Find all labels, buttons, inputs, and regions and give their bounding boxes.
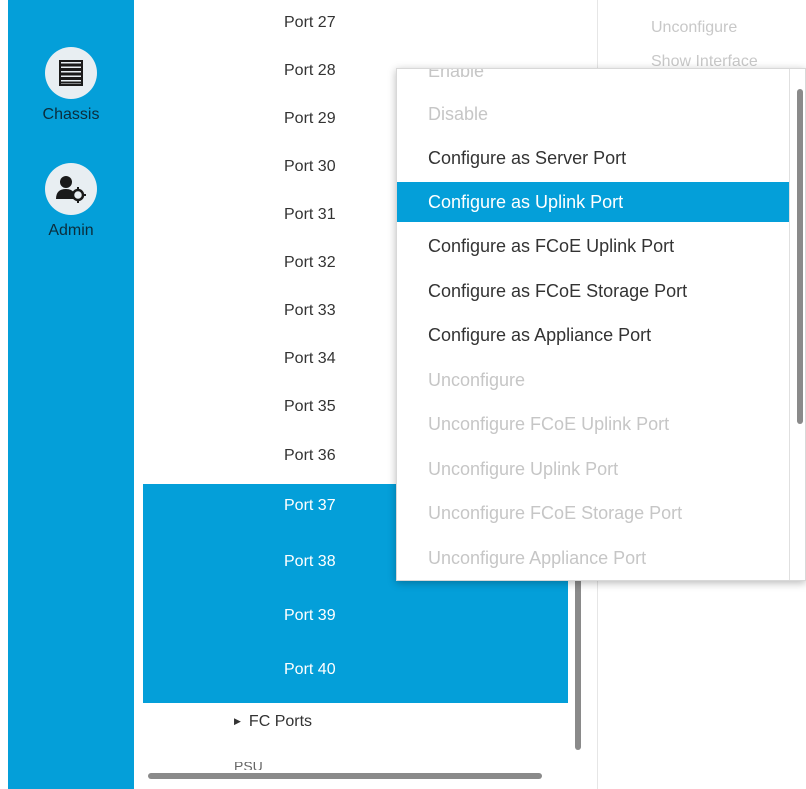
port-label: Port 29	[284, 110, 336, 127]
nav-item-chassis[interactable]: Chassis	[8, 47, 134, 124]
port-label: Port 31	[284, 206, 336, 223]
nav-item-admin[interactable]: Admin	[8, 163, 134, 240]
nav-label-admin: Admin	[48, 222, 94, 239]
menu-item-unconfigure-fcoe-uplink-port[interactable]: Unconfigure FCoE Uplink Port	[397, 404, 790, 444]
port-label: Port 34	[284, 350, 336, 367]
menu-scroll-track	[789, 69, 790, 580]
nav-label-chassis: Chassis	[42, 106, 100, 123]
menu-item-unconfigure-appliance-port[interactable]: Unconfigure Appliance Port	[397, 538, 790, 578]
tree-item-port-selected[interactable]: Port 39	[143, 594, 568, 648]
port-label: Port 39	[284, 607, 336, 624]
port-label: Port 35	[284, 398, 336, 415]
menu-item-configure-fcoe-uplink-port[interactable]: Configure as FCoE Uplink Port	[397, 226, 790, 266]
port-label: Port 33	[284, 302, 336, 319]
menu-item-unconfigure[interactable]: Unconfigure	[397, 360, 790, 400]
context-menu: Enable Disable Configure as Server Port …	[396, 68, 806, 581]
chassis-icon	[45, 47, 97, 99]
unconfigure-action[interactable]: Unconfigure	[651, 19, 737, 37]
menu-scrollbar[interactable]	[797, 89, 803, 424]
tree-item-psu[interactable]: PSU	[234, 762, 263, 770]
port-label: Port 36	[284, 447, 336, 464]
menu-item-configure-appliance-port[interactable]: Configure as Appliance Port	[397, 315, 790, 355]
port-label: Port 40	[284, 661, 336, 678]
menu-item-enable[interactable]: Enable	[397, 69, 790, 91]
port-label: Port 37	[284, 497, 336, 514]
fc-ports-label: FC Ports	[248, 713, 313, 730]
left-nav: Chassis Admin	[8, 0, 134, 789]
expand-triangle-icon[interactable]: ▶	[234, 716, 241, 727]
port-label: Port 32	[284, 254, 336, 271]
menu-item-unconfigure-uplink-port[interactable]: Unconfigure Uplink Port	[397, 449, 790, 489]
menu-item-disable[interactable]: Disable	[397, 94, 790, 134]
menu-item-configure-fcoe-storage-port[interactable]: Configure as FCoE Storage Port	[397, 271, 790, 311]
port-label: Port 28	[284, 62, 336, 79]
tree-item-port-selected[interactable]: Port 40	[143, 648, 568, 703]
port-label: Port 27	[284, 14, 336, 31]
port-label: Port 38	[284, 553, 336, 570]
menu-item-configure-server-port[interactable]: Configure as Server Port	[397, 138, 790, 178]
tree-item-fc-ports[interactable]: ▶ FC Ports	[234, 713, 312, 731]
tree-item-port[interactable]: Port 27	[143, 3, 568, 43]
port-label: Port 30	[284, 158, 336, 175]
menu-item-unconfigure-fcoe-storage-port[interactable]: Unconfigure FCoE Storage Port	[397, 493, 790, 533]
admin-icon	[45, 163, 97, 215]
menu-item-configure-uplink-port[interactable]: Configure as Uplink Port	[397, 182, 790, 222]
tree-horizontal-scrollbar[interactable]	[148, 773, 542, 779]
